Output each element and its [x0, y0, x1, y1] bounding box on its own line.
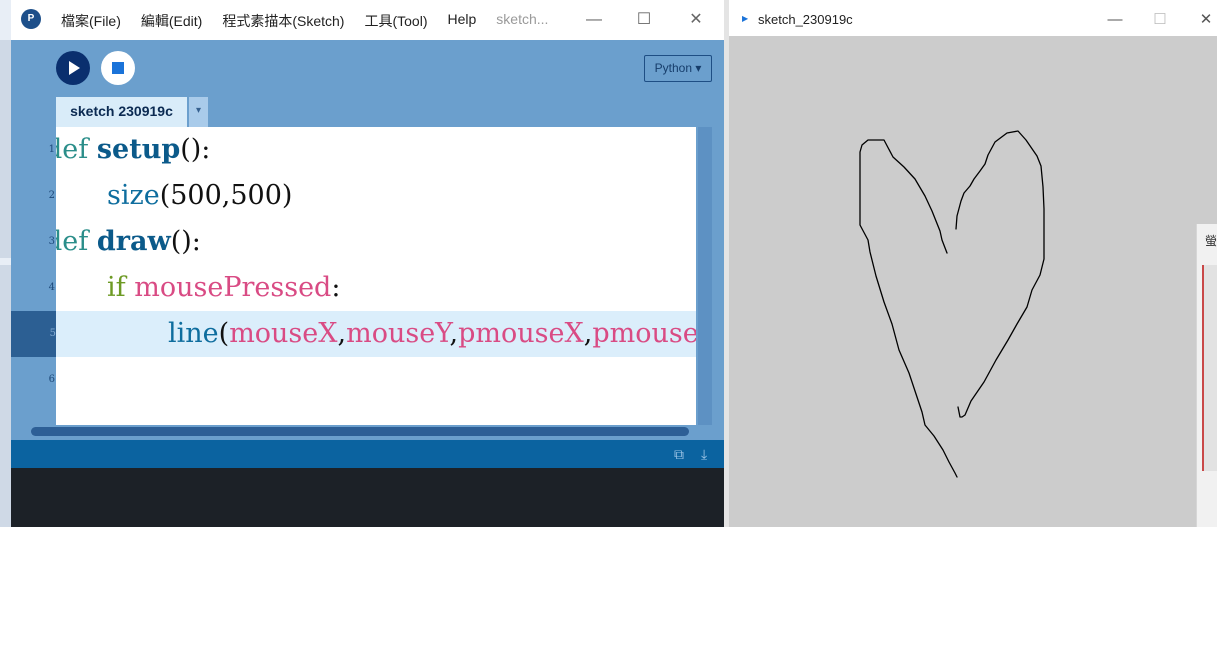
menu-file[interactable]: 檔案(File)	[61, 11, 121, 31]
desktop-strip	[0, 0, 11, 527]
code-line-2: size(500,500)	[107, 173, 292, 219]
sketch-window: ▶ sketch_230919c — ☐ ✕	[729, 5, 1217, 527]
menu-edit[interactable]: 編輯(Edit)	[141, 11, 202, 31]
code-punct: :	[331, 272, 341, 303]
ide-titlebar: P 檔案(File) 編輯(Edit) 程式素描本(Sketch) 工具(Too…	[11, 0, 724, 40]
tab-sketch[interactable]: sketch 230919c	[56, 97, 187, 127]
close-icon[interactable]: ✕	[1193, 8, 1217, 32]
drawn-stroke	[859, 139, 958, 478]
code-punct: ,	[337, 318, 347, 349]
line-number: 1	[48, 144, 55, 155]
code-punct: (	[218, 318, 230, 349]
vertical-scrollbar[interactable]	[698, 127, 712, 425]
copy-icon[interactable]: ⧉	[674, 446, 690, 462]
builtin: size	[107, 180, 160, 211]
menu-sketch[interactable]: 程式素描本(Sketch)	[222, 11, 344, 31]
play-icon	[69, 61, 80, 75]
variable: mouseX	[229, 318, 338, 349]
line-number: 6	[48, 374, 55, 385]
line-number-active: 5	[11, 311, 56, 357]
desktop-segment	[0, 265, 11, 527]
drawn-stroke	[955, 130, 1045, 418]
code-punct: ,	[449, 318, 459, 349]
sketch-titlebar: ▶ sketch_230919c — ☐ ✕	[729, 5, 1217, 36]
line-number: 2	[48, 190, 55, 201]
function-name: draw	[96, 226, 171, 257]
console-output[interactable]	[11, 468, 724, 527]
sketch-title: sketch_230919c	[758, 12, 853, 27]
variable: mouseY	[346, 318, 450, 349]
line-gutter: 1 2 3 4 5 6	[11, 127, 56, 440]
menu-tool[interactable]: 工具(Tool)	[364, 11, 427, 31]
minimize-icon[interactable]: —	[1102, 8, 1128, 32]
function-name: setup	[96, 134, 181, 165]
stop-icon	[112, 62, 124, 74]
sketch-canvas[interactable]	[729, 36, 1217, 527]
code-line-1: def setup():	[56, 127, 210, 173]
peek-title: 螢	[1205, 234, 1217, 248]
toolbar: Python ▾	[11, 40, 724, 96]
minimize-icon[interactable]: —	[581, 8, 607, 32]
stop-button[interactable]	[101, 51, 135, 85]
tab-menu-chevron-down-icon[interactable]: ▾	[189, 97, 208, 127]
maximize-icon[interactable]: ☐	[1147, 8, 1173, 32]
background-window-edge[interactable]: 螢	[1196, 224, 1217, 527]
code-punct: ():	[180, 134, 211, 165]
console-toolbar: ⧉ ⤓	[11, 440, 724, 468]
keyword: def	[56, 226, 89, 257]
variable: mousePressed	[134, 272, 332, 303]
mode-selector[interactable]: Python ▾	[644, 55, 712, 82]
line-number: 3	[48, 236, 55, 247]
variable: pmouseX	[458, 318, 584, 349]
horizontal-scrollbar[interactable]	[31, 427, 689, 436]
code-punct: ():	[170, 226, 201, 257]
keyword: if	[107, 272, 126, 303]
keyword: def	[56, 134, 89, 165]
window-title: sketch...	[496, 11, 549, 27]
maximize-icon[interactable]: ☐	[631, 8, 657, 32]
line-number: 4	[48, 282, 55, 293]
builtin: line	[168, 318, 219, 349]
code-args: (500,500)	[159, 180, 293, 211]
menu-bar: 檔案(File) 編輯(Edit) 程式素描本(Sketch) 工具(Tool)…	[61, 11, 568, 31]
collapse-icon[interactable]: ⤓	[701, 446, 717, 462]
run-button[interactable]	[56, 51, 90, 85]
close-icon[interactable]: ✕	[683, 8, 709, 32]
code-line-3: def draw():	[56, 219, 201, 265]
processing-logo-icon[interactable]: P	[21, 9, 41, 29]
variable: pmouseY	[592, 318, 696, 349]
code-line-5: line(mouseX,mouseY,pmouseX,pmouseY)	[168, 311, 696, 357]
code-text-area[interactable]: def setup(): size(500,500) def draw(): i…	[56, 127, 696, 425]
code-line-4: if mousePressed:	[107, 265, 340, 311]
processing-app-icon: ▶	[742, 14, 749, 23]
menu-help[interactable]: Help	[447, 11, 476, 31]
code-editor[interactable]: 1 2 3 4 5 6 def setup(): size(500,500) d…	[11, 127, 724, 440]
desktop-segment	[0, 40, 11, 258]
ide-window: P 檔案(File) 編輯(Edit) 程式素描本(Sketch) 工具(Too…	[11, 0, 724, 527]
peek-content	[1202, 265, 1217, 471]
